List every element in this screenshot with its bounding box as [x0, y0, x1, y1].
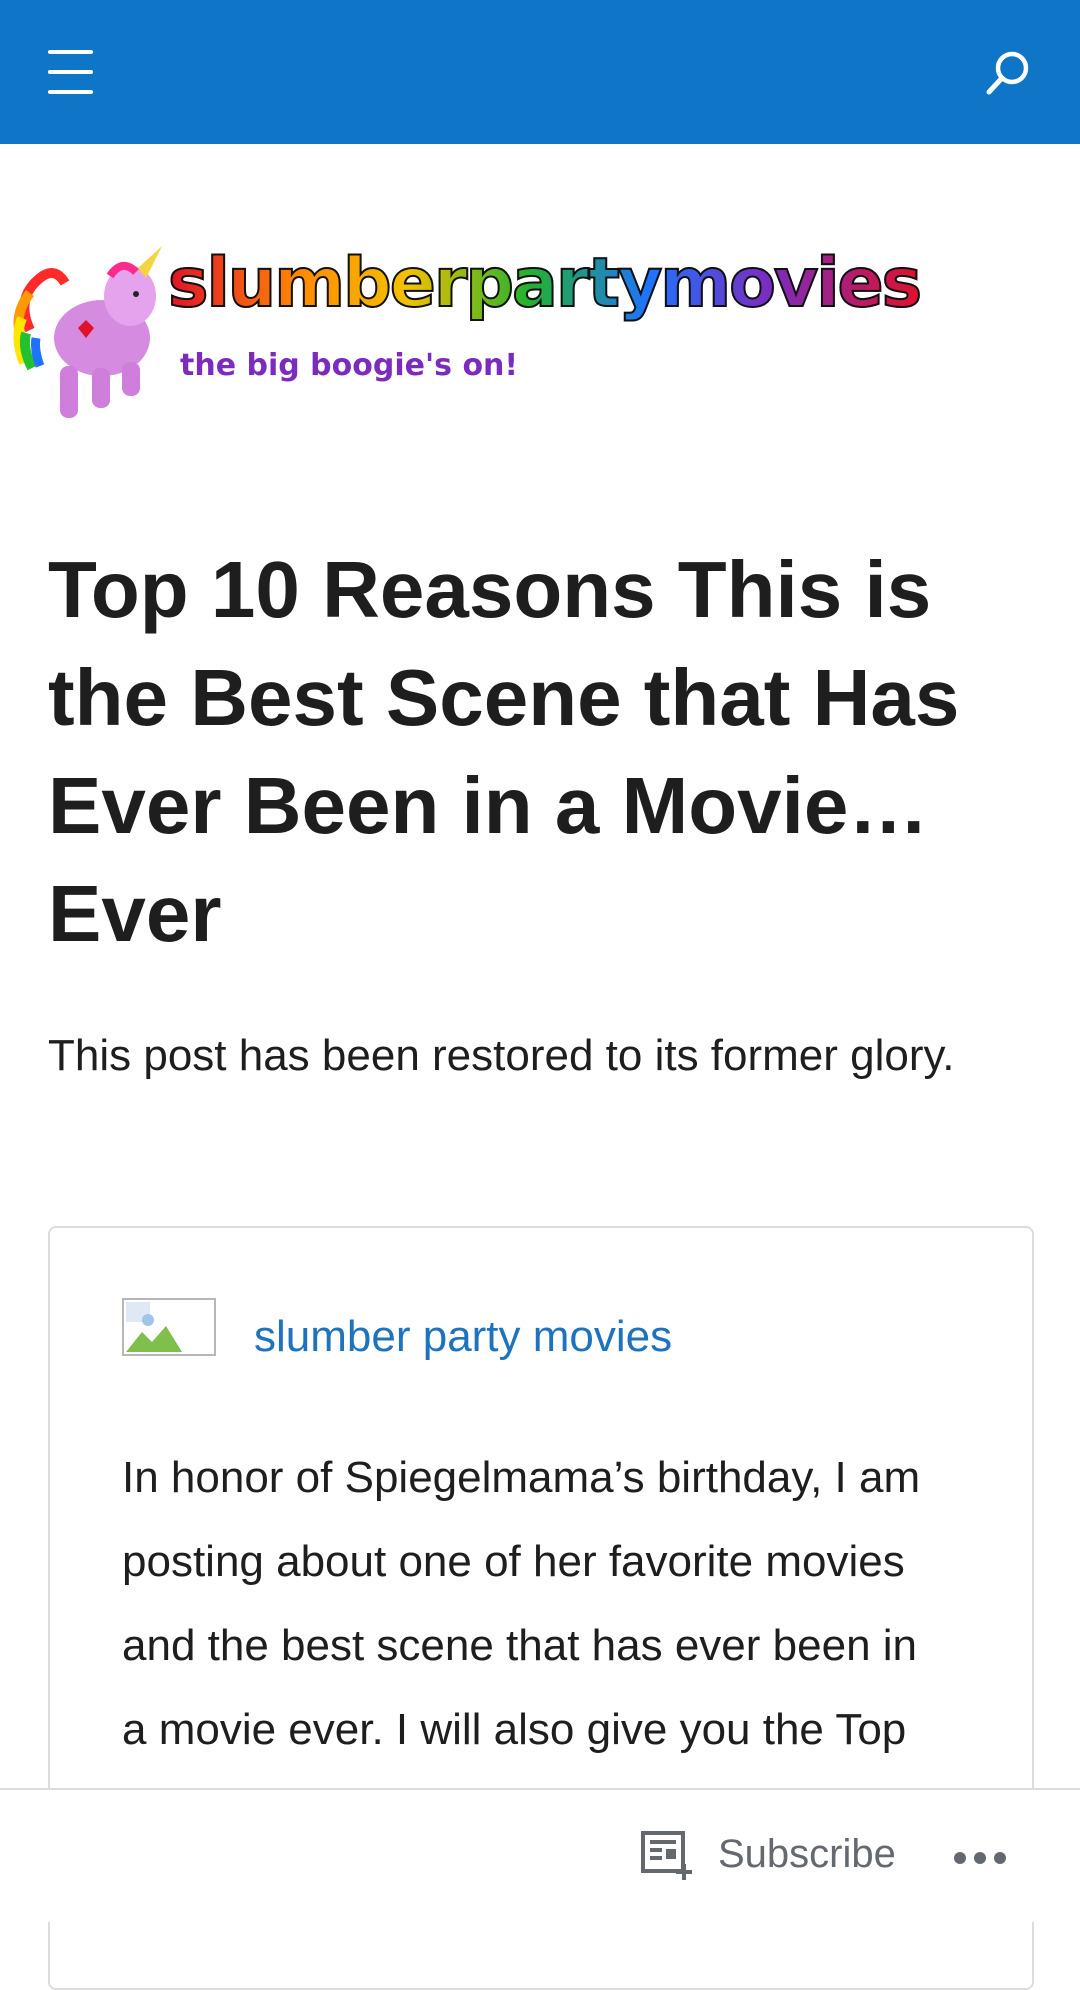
bottom-action-bar: Subscribe — [0, 1788, 1080, 1922]
search-icon — [986, 51, 1029, 95]
subscribe-label: Subscribe — [718, 1832, 896, 1876]
logo-title: slumberpartymovies — [167, 243, 923, 324]
post-intro: This post has been restored to its forme… — [48, 1031, 955, 1080]
hamburger-menu-icon — [48, 50, 93, 54]
more-options-button[interactable] — [950, 1828, 1010, 1888]
site-logo[interactable]: slumberpartymovies the big boogie's on! — [0, 238, 940, 434]
logo-tagline: the big boogie's on! — [180, 348, 519, 383]
reader-subscribe-icon — [641, 1831, 692, 1880]
search-button[interactable] — [984, 48, 1034, 98]
ellipsis-icon — [954, 1852, 1006, 1864]
top-bar — [0, 0, 1080, 144]
embed-site-link[interactable]: slumber party movies — [254, 1312, 672, 1362]
broken-image-icon — [122, 1298, 216, 1356]
rainbow-unicorn-icon — [13, 246, 162, 418]
menu-button[interactable] — [48, 50, 96, 94]
post-title: Top 10 Reasons This is the Best Scene th… — [48, 545, 960, 958]
